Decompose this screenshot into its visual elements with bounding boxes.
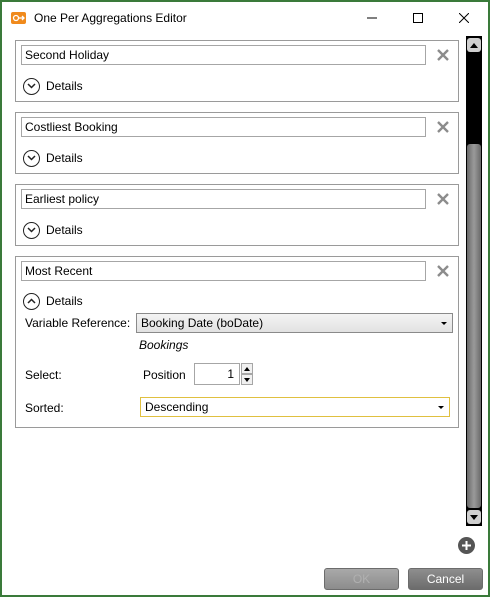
variable-reference-label: Variable Reference:: [25, 316, 131, 330]
details-label: Details: [46, 151, 83, 165]
aggregation-panel: Details: [15, 184, 459, 246]
maximize-button[interactable]: [395, 2, 441, 34]
close-button[interactable]: [441, 2, 487, 34]
close-x-icon: [437, 49, 449, 61]
dropdown-arrow-icon: [438, 406, 444, 409]
details-label: Details: [46, 79, 83, 93]
close-x-icon: [437, 193, 449, 205]
minimize-icon: [367, 17, 377, 19]
triangle-up-icon: [470, 42, 478, 48]
position-stepper[interactable]: 1: [194, 363, 254, 385]
minimize-button[interactable]: [349, 2, 395, 34]
ok-button[interactable]: OK: [324, 568, 399, 590]
variable-reference-dropdown[interactable]: Booking Date (boDate): [136, 313, 453, 333]
aggregation-name-input[interactable]: [21, 189, 426, 209]
stepper-down-button[interactable]: [241, 374, 253, 385]
chevron-up-icon: [23, 292, 40, 310]
title-bar[interactable]: One Per Aggregations Editor: [2, 2, 488, 34]
plus-icon: [462, 541, 471, 550]
select-label: Select:: [25, 368, 62, 382]
sorted-label: Sorted:: [25, 401, 64, 415]
details-toggle[interactable]: Details: [23, 221, 83, 239]
position-label: Position: [143, 368, 186, 382]
variable-reference-value: Booking Date (boDate): [141, 316, 264, 330]
app-icon: [11, 12, 26, 24]
triangle-down-icon: [470, 514, 478, 520]
stepper-up-button[interactable]: [241, 363, 253, 374]
close-x-icon: [437, 121, 449, 133]
details-toggle[interactable]: Details: [23, 77, 83, 95]
sorted-value: Descending: [145, 400, 209, 414]
aggregation-panel: Details: [15, 112, 459, 174]
triangle-down-icon: [244, 377, 250, 382]
aggregations-list: Details Details: [2, 34, 464, 514]
aggregation-panel-expanded: Details Variable Reference: Booking Date…: [15, 256, 459, 428]
remove-aggregation-button[interactable]: [436, 192, 450, 206]
scroll-thumb[interactable]: [467, 144, 481, 508]
maximize-icon: [413, 13, 423, 23]
close-icon: [459, 13, 469, 23]
table-name-label: Bookings: [139, 338, 189, 352]
details-toggle[interactable]: Details: [23, 149, 83, 167]
scroll-up-button[interactable]: [467, 38, 481, 52]
sorted-dropdown[interactable]: Descending: [140, 397, 450, 417]
editor-window: One Per Aggregations Editor Details: [0, 0, 490, 597]
remove-aggregation-button[interactable]: [436, 120, 450, 134]
details-toggle[interactable]: Details: [23, 292, 83, 310]
aggregation-name-input[interactable]: [21, 45, 426, 65]
aggregation-name-input[interactable]: [21, 261, 426, 281]
details-label: Details: [46, 294, 83, 308]
dropdown-arrow-icon: [441, 322, 447, 325]
details-label: Details: [46, 223, 83, 237]
remove-aggregation-button[interactable]: [436, 264, 450, 278]
chevron-down-icon: [23, 149, 40, 167]
vertical-scrollbar[interactable]: [466, 36, 482, 526]
chevron-down-icon: [23, 221, 40, 239]
close-x-icon: [437, 265, 449, 277]
aggregation-name-input[interactable]: [21, 117, 426, 137]
window-title: One Per Aggregations Editor: [34, 11, 187, 25]
aggregation-panel: Details: [15, 40, 459, 102]
add-aggregation-button[interactable]: [458, 537, 475, 554]
scroll-down-button[interactable]: [467, 510, 481, 524]
position-value[interactable]: 1: [194, 363, 240, 385]
triangle-up-icon: [244, 366, 250, 371]
chevron-down-icon: [23, 77, 40, 95]
remove-aggregation-button[interactable]: [436, 48, 450, 62]
cancel-button[interactable]: Cancel: [408, 568, 483, 590]
